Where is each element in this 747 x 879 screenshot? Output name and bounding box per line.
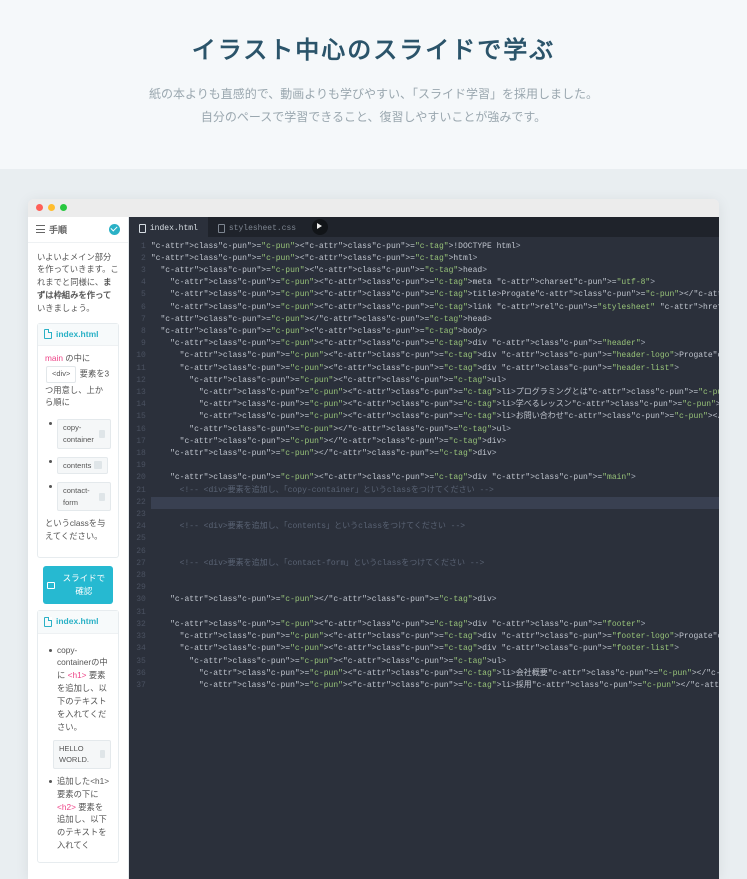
hero-line2: 自分のペースで学習できること、復習しやすいことが強みです。 [20,106,727,129]
step-item: copy-containerの中に <h1> 要素を追加し、以下のテキストを入れ… [49,644,111,734]
file-icon [139,224,146,233]
chip-hello-world[interactable]: HELLO WORLD. [53,740,111,769]
copy-icon[interactable] [99,493,105,501]
file-name: index.html [56,328,99,341]
instruction-paragraph: いよいよメイン部分を作っていきます。これまでと同様に、まずは枠組みを作っていきま… [37,251,119,315]
hero-line1: 紙の本よりも直感的で、動画よりも学びやすい、「スライド学習」を採用しました。 [20,83,727,106]
copy-icon[interactable] [99,430,104,438]
file-icon [218,224,225,233]
traffic-light-zoom[interactable] [60,204,67,211]
stage: 手順 いよいよメイン部分を作っていきます。これまでと同様に、まずは枠組みを作って… [0,169,747,879]
instructions-pane: 手順 いよいよメイン部分を作っていきます。これまでと同様に、まずは枠組みを作って… [28,217,129,879]
run-button[interactable] [312,219,328,235]
list-icon [36,225,45,233]
class-chip-list: copy-container contents contact-form [45,417,111,513]
window-titlebar [28,199,719,217]
tab-stylesheet-css[interactable]: stylesheet.css [208,217,306,237]
file-name: index.html [56,615,99,628]
chip-copy-container[interactable]: copy-container [57,419,111,448]
check-icon [109,224,120,235]
confirm-slide-button[interactable]: スライドで確認 [43,566,113,604]
code-editor[interactable]: index.html stylesheet.css 12345678910111… [129,217,719,879]
app-body: 手順 いよいよメイン部分を作っていきます。これまでと同様に、まずは枠組みを作って… [28,217,719,879]
slide-icon [47,582,55,589]
instruction-file-1: index.html main の中に <div> 要素を3つ用意し、上から順に… [37,323,119,558]
step-item: 追加した<h1>要素の下に <h2> 要素を追加し、以下のテキストを入れてく [49,775,111,852]
chip-contact-form[interactable]: contact-form [57,482,111,511]
code-source[interactable]: "c-attr">class"c-pun">="c-pun"><"c-attr"… [151,237,719,879]
chip-contents[interactable]: contents [57,457,108,475]
traffic-light-close[interactable] [36,204,43,211]
tab-index-html[interactable]: index.html [129,217,208,237]
hero-title: イラスト中心のスライドで学ぶ [20,30,727,65]
editor-tabs: index.html stylesheet.css [129,217,719,237]
file-icon [44,329,52,339]
copy-icon[interactable] [100,750,105,758]
instruction-file-2: index.html copy-containerの中に <h1> 要素を追加し… [37,610,119,863]
instructions-title: 手順 [49,223,67,236]
copy-icon[interactable] [94,461,102,469]
hero: イラスト中心のスライドで学ぶ 紙の本よりも直感的で、動画よりも学びやすい、「スラ… [0,0,747,169]
traffic-light-minimize[interactable] [48,204,55,211]
app-window: 手順 いよいよメイン部分を作っていきます。これまでと同様に、まずは枠組みを作って… [28,199,719,879]
line-gutter: 1234567891011121314151617181920212223242… [129,237,151,879]
instructions-header: 手順 [28,217,128,243]
file-icon [44,617,52,627]
